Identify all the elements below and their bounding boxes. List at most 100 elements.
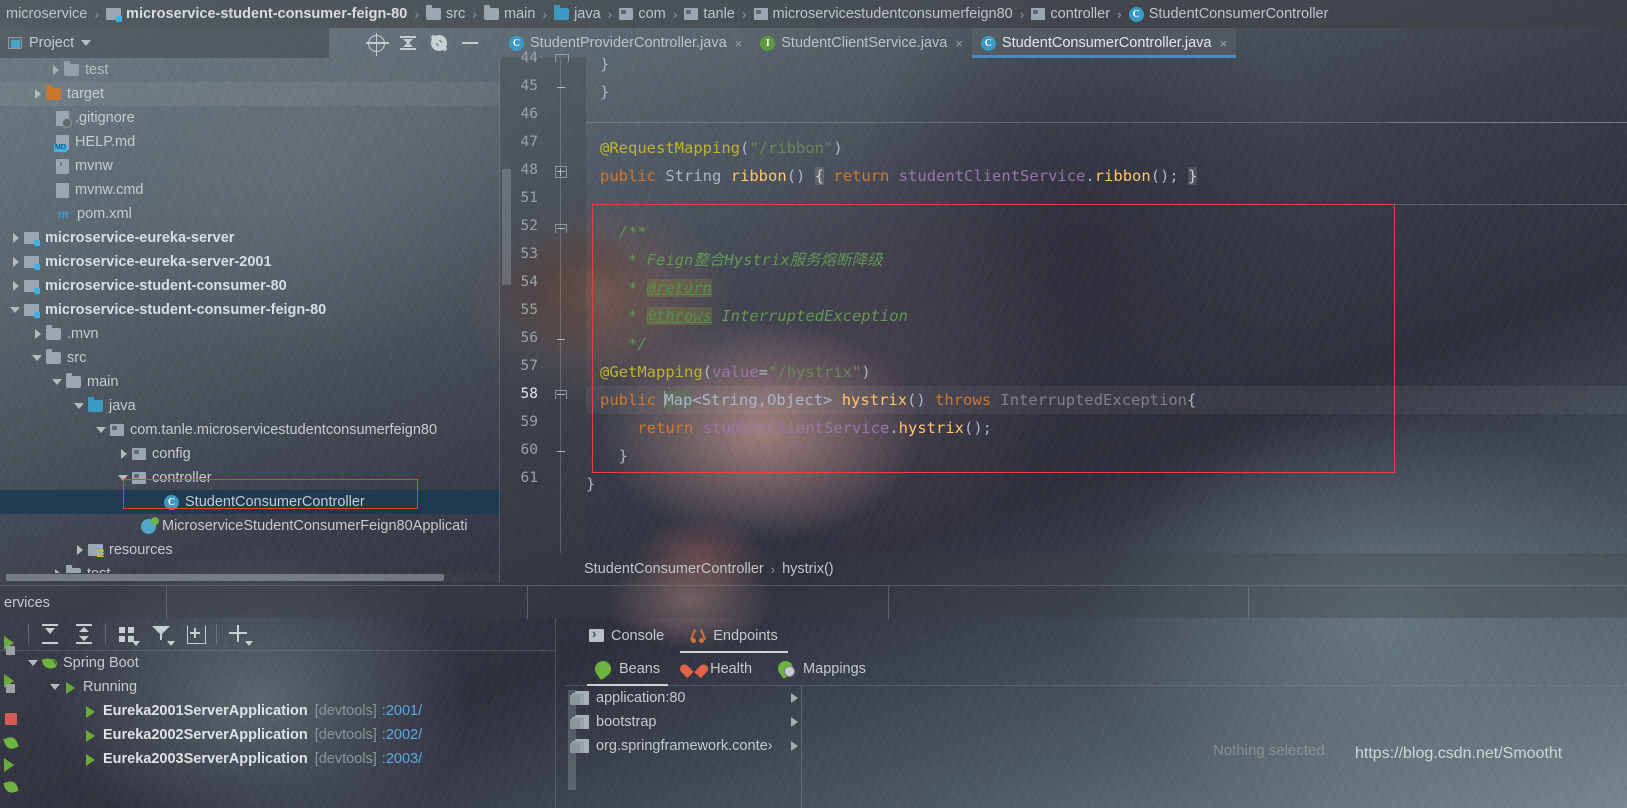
tree-row-pom-xml[interactable]: m pom.xml: [0, 202, 500, 226]
editor-breadcrumb-method[interactable]: hystrix(): [782, 561, 834, 577]
chevron-right-icon[interactable]: [32, 328, 44, 340]
group-by-icon[interactable]: [110, 619, 144, 649]
fold-marker-end-icon[interactable]: [555, 54, 569, 66]
breadcrumb-item-java[interactable]: java: [550, 2, 605, 26]
chevron-down-icon[interactable]: [32, 352, 44, 364]
tree-row-gitignore[interactable]: .gitignore: [0, 106, 500, 130]
fold-marker-start-icon[interactable]: [555, 224, 567, 236]
tree-row-student-consumer-controller[interactable]: C StudentConsumerController: [0, 490, 500, 514]
chevron-right-icon[interactable]: [74, 544, 86, 556]
stop-icon[interactable]: [4, 644, 18, 658]
tree-row-resources[interactable]: resources: [0, 538, 500, 562]
collapse-all-icon[interactable]: [67, 619, 101, 649]
beans-list-item-bootstrap[interactable]: bootstrap: [565, 710, 802, 734]
tab-student-consumer-controller[interactable]: C StudentConsumerController.java ×: [971, 28, 1237, 58]
chevron-down-icon[interactable]: [28, 657, 40, 669]
subtab-health[interactable]: Health: [678, 653, 760, 686]
services-row-port-link[interactable]: :2002/: [382, 727, 422, 743]
tab-console[interactable]: Console: [579, 618, 674, 653]
services-row-eureka2002[interactable]: Eureka2002ServerApplication [devtools] :…: [22, 723, 555, 747]
breadcrumb-item-src[interactable]: src: [422, 2, 469, 26]
scrollbar-thumb[interactable]: [6, 574, 444, 581]
chevron-right-icon[interactable]: [32, 88, 44, 100]
spring-leaf-icon[interactable]: [4, 780, 18, 794]
subtab-mappings[interactable]: Mappings: [770, 653, 874, 686]
services-tree[interactable]: Spring Boot Running Eureka2001ServerAppl…: [22, 651, 555, 808]
add-tab-icon[interactable]: [178, 619, 212, 649]
project-tree[interactable]: test target .gitignore HELP.md mvnw mvnw…: [0, 58, 500, 573]
chevron-down-icon[interactable]: [118, 472, 130, 484]
chevron-down-icon[interactable]: [96, 424, 108, 436]
chevron-down-icon[interactable]: [50, 681, 62, 693]
services-detail-splitter[interactable]: [555, 618, 556, 808]
breadcrumb-item-com[interactable]: com: [615, 2, 669, 26]
close-icon[interactable]: ×: [1219, 36, 1227, 51]
chevron-right-icon[interactable]: [791, 717, 798, 727]
tree-row-mvnw-cmd[interactable]: mvnw.cmd: [0, 178, 500, 202]
tab-endpoints[interactable]: Endpoints: [680, 618, 788, 653]
chevron-down-icon[interactable]: [74, 400, 86, 412]
chevron-right-icon[interactable]: [791, 693, 798, 703]
tree-row-help-md[interactable]: HELP.md: [0, 130, 500, 154]
chevron-down-icon[interactable]: [52, 376, 64, 388]
hide-icon[interactable]: [461, 34, 479, 52]
tab-services[interactable]: ervices: [0, 586, 167, 619]
chevron-right-icon[interactable]: [10, 232, 22, 244]
tree-row-test[interactable]: test: [0, 562, 500, 573]
run-icon[interactable]: [4, 758, 18, 772]
stop-red-icon[interactable]: [4, 712, 18, 726]
tree-row-mvnw[interactable]: mvnw: [0, 154, 500, 178]
chevron-right-icon[interactable]: [118, 448, 130, 460]
add-icon[interactable]: [221, 619, 255, 649]
editor-vertical-scrollbar-thumb[interactable]: [502, 169, 511, 285]
tree-row-mvn-folder[interactable]: .mvn: [0, 322, 500, 346]
services-row-port-link[interactable]: :2003/: [382, 751, 422, 767]
tree-row-main[interactable]: main: [0, 370, 500, 394]
spring-leaf-icon[interactable]: [4, 736, 18, 750]
services-row-spring-boot[interactable]: Spring Boot: [22, 651, 555, 675]
beans-list[interactable]: application:80 bootstrap org.springframe…: [565, 686, 802, 808]
services-row-port-link[interactable]: :2001/: [382, 703, 422, 719]
tree-row-microservice-student-consumer-feign-80[interactable]: microservice-student-consumer-feign-80: [0, 298, 500, 322]
tree-row-src[interactable]: src: [0, 346, 500, 370]
project-toolwindow-title[interactable]: Project: [29, 35, 74, 51]
services-row-running[interactable]: Running: [22, 675, 555, 699]
services-row-eureka2003[interactable]: Eureka2003ServerApplication [devtools] :…: [22, 747, 555, 771]
subtab-beans[interactable]: Beans: [587, 653, 669, 686]
services-row-eureka2001[interactable]: Eureka2001ServerApplication [devtools] :…: [22, 699, 555, 723]
locate-target-icon[interactable]: [366, 32, 389, 56]
tree-row-microservice-eureka-server[interactable]: microservice-eureka-server: [0, 226, 500, 250]
breadcrumb-item-main[interactable]: main: [480, 2, 539, 26]
chevron-right-icon[interactable]: [10, 280, 22, 292]
tree-row-spring-application-class[interactable]: MicroserviceStudentConsumerFeign80Applic…: [0, 514, 500, 538]
stop-icon[interactable]: [4, 682, 18, 696]
tree-row-target[interactable]: target: [0, 82, 500, 106]
collapse-all-icon[interactable]: [399, 34, 417, 52]
tree-row-java[interactable]: java: [0, 394, 500, 418]
fold-marker-collapsed-icon[interactable]: [555, 166, 567, 178]
beans-list-item-application[interactable]: application:80: [565, 686, 802, 710]
chevron-right-icon[interactable]: [50, 64, 62, 76]
close-icon[interactable]: ×: [735, 36, 743, 51]
fold-marker-end-icon[interactable]: [555, 82, 567, 94]
tree-row-microservice-student-consumer-80[interactable]: microservice-student-consumer-80: [0, 274, 500, 298]
editor-breadcrumb-class[interactable]: StudentConsumerController: [584, 561, 764, 577]
tree-row-config[interactable]: config: [0, 442, 500, 466]
chevron-down-icon[interactable]: [10, 304, 22, 316]
tree-row-controller[interactable]: controller: [0, 466, 500, 490]
project-editor-splitter[interactable]: [499, 58, 500, 583]
fold-marker-end-icon[interactable]: [555, 446, 567, 458]
breadcrumb-item-class[interactable]: C StudentConsumerController: [1125, 2, 1333, 26]
gear-icon[interactable]: [431, 35, 447, 51]
close-icon[interactable]: ×: [955, 36, 963, 51]
tree-row-microservice-eureka-server-2001[interactable]: microservice-eureka-server-2001: [0, 250, 500, 274]
fold-marker-end-icon[interactable]: [555, 334, 567, 346]
tree-row-package-root[interactable]: com.tanle.microservicestudentconsumerfei…: [0, 418, 500, 442]
chevron-down-icon[interactable]: [81, 40, 92, 46]
breadcrumb-item-controller[interactable]: controller: [1027, 2, 1114, 26]
tab-student-client-service[interactable]: I StudentClientService.java ×: [751, 28, 972, 58]
project-tree-horizontal-scrollbar[interactable]: [0, 573, 500, 582]
chevron-right-icon[interactable]: [10, 256, 22, 268]
beans-list-item-spring-context[interactable]: org.springframework.conte›: [565, 734, 802, 758]
tree-row-test-top[interactable]: test: [0, 58, 500, 82]
